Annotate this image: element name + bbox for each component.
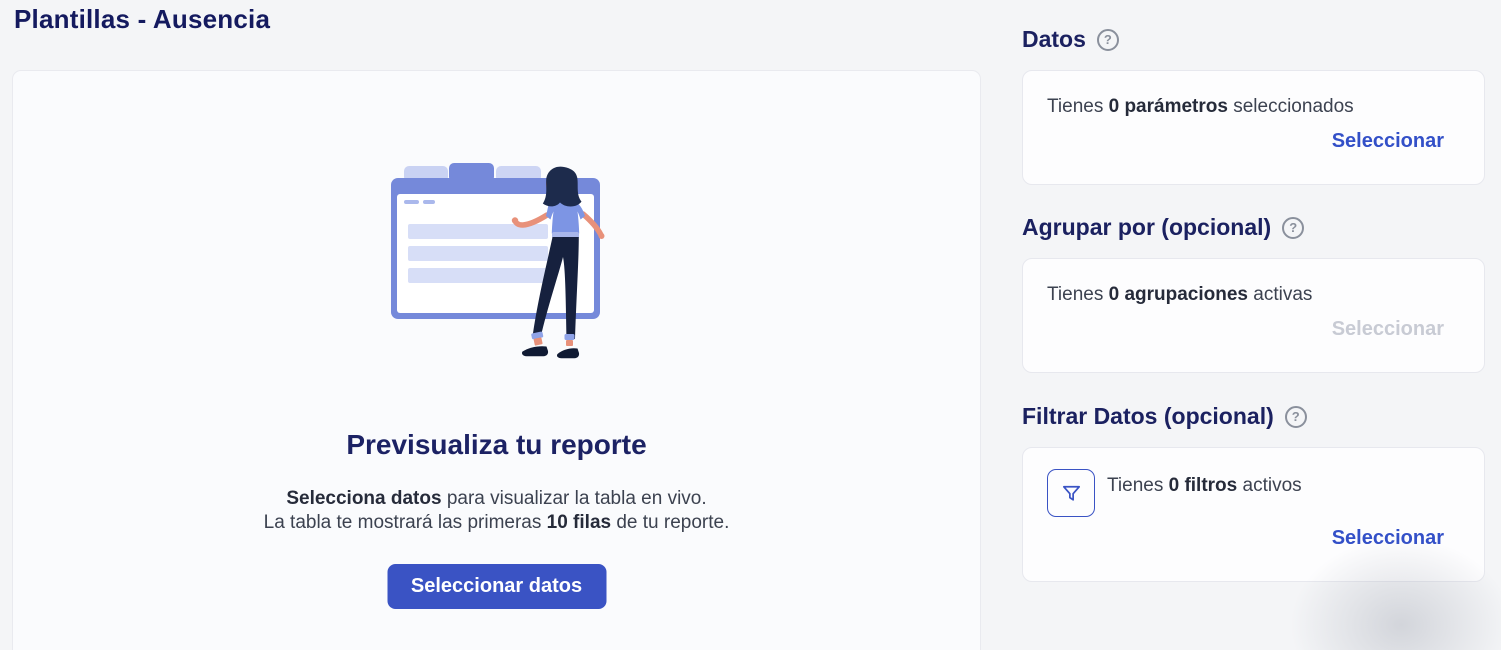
status-text-agrupar: Tienes 0 agrupaciones activas [1047,284,1312,306]
seleccionar-link-agrupar[interactable]: Seleccionar [1332,318,1444,341]
filter-icon [1060,482,1083,505]
section-heading-datos: Datos ? [1022,26,1119,53]
section-card-datos: Tienes 0 parámetros seleccionados Selecc… [1022,70,1485,185]
status-text-datos: Tienes 0 parámetros seleccionados [1047,96,1354,118]
page-title: Plantillas - Ausencia [14,4,270,35]
help-icon[interactable]: ? [1285,406,1307,428]
help-icon[interactable]: ? [1097,29,1119,51]
section-card-filtrar: Tienes 0 filtros activos Seleccionar [1022,447,1485,582]
preview-panel: Previsualiza tu reporte Selecciona datos… [12,70,981,650]
sidebar: Datos ? Tienes 0 parámetros seleccionado… [1022,0,1485,650]
section-card-agrupar: Tienes 0 agrupaciones activas Selecciona… [1022,258,1485,373]
section-title-filtrar: Filtrar Datos (opcional) [1022,403,1274,430]
seleccionar-link-datos[interactable]: Seleccionar [1332,130,1444,153]
help-icon[interactable]: ? [1282,217,1304,239]
select-data-button[interactable]: Seleccionar datos [387,564,606,609]
filter-icon-button[interactable] [1047,469,1095,517]
section-heading-filtrar: Filtrar Datos (opcional) ? [1022,403,1307,430]
status-text-filtrar: Tienes 0 filtros activos [1107,475,1302,497]
seleccionar-link-filtrar[interactable]: Seleccionar [1332,527,1444,550]
empty-state-illustration [371,151,631,366]
screen: Plantillas - Ausencia [0,0,1501,650]
section-heading-agrupar: Agrupar por (opcional) ? [1022,214,1304,241]
section-title-agrupar: Agrupar por (opcional) [1022,214,1271,241]
section-title-datos: Datos [1022,26,1086,53]
preview-heading: Previsualiza tu reporte [13,429,980,461]
preview-description: Selecciona datos para visualizar la tabl… [13,487,980,534]
